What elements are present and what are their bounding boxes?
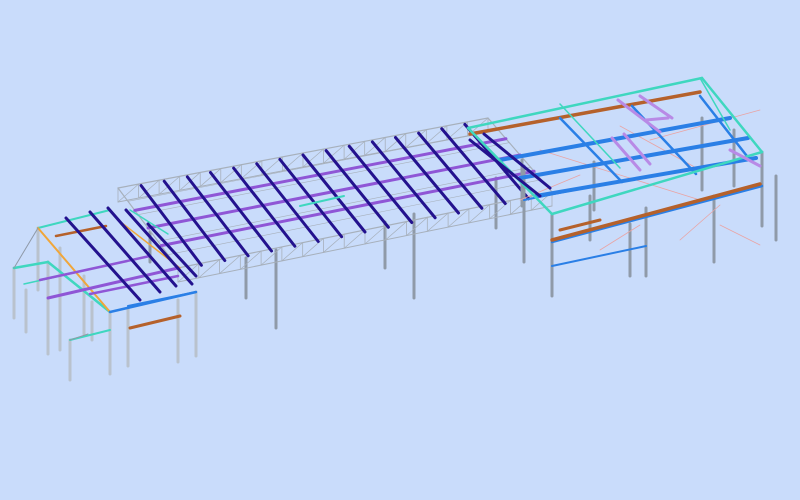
3d-model-viewport[interactable] — [0, 0, 800, 500]
platform-member — [644, 116, 670, 122]
structure-drawing — [0, 0, 800, 500]
viewport-background — [0, 0, 800, 500]
